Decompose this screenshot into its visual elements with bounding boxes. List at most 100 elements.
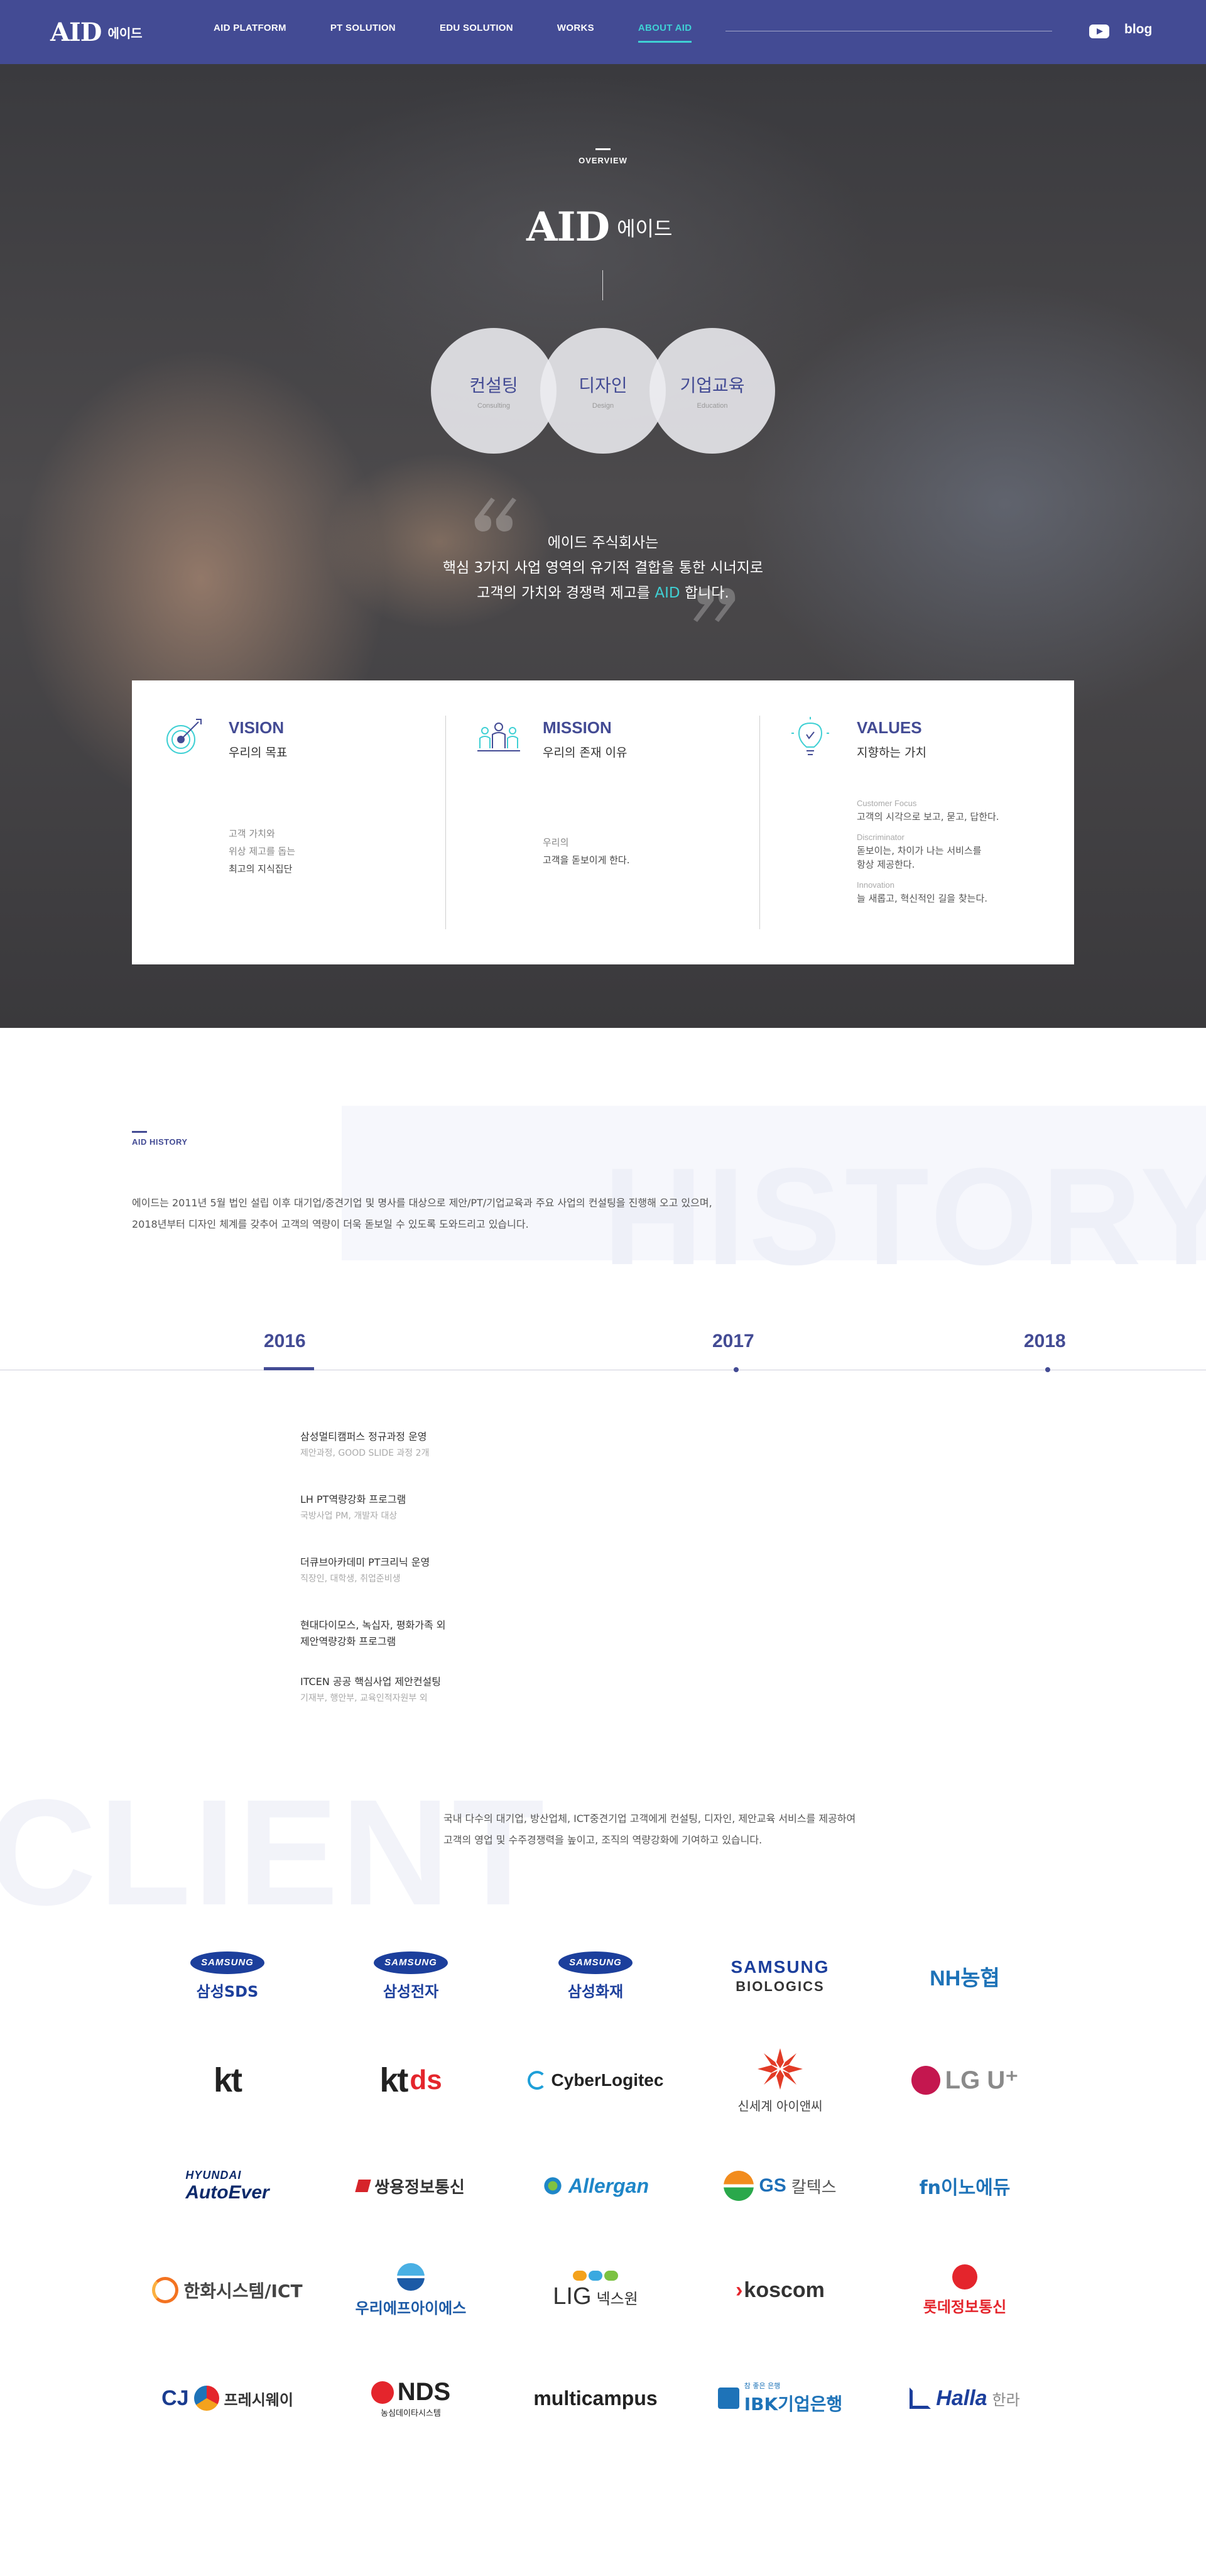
- overview-hero: OVERVIEW AID 에이드 컨설팅 Consulting 디자인 Desi…: [0, 64, 1206, 1028]
- team-icon: [477, 723, 520, 751]
- client-logo-ibk: 참 좋은 은행 IBK기업은행: [698, 2364, 862, 2433]
- overview-label: OVERVIEW: [579, 156, 627, 165]
- main-nav: AID PLATFORM PT SOLUTION EDU SOLUTION WO…: [214, 23, 736, 43]
- logo-text: 한화시스템/ICT: [183, 2281, 303, 2301]
- history-item-title: 제안역량강화 프로그램: [300, 1635, 396, 1647]
- logo-text: LIG: [553, 2283, 592, 2310]
- client-logo-hanwha: 한화시스템/ICT: [146, 2256, 309, 2325]
- logo-text: NDS: [397, 2378, 451, 2406]
- client-logo-kt: kt: [146, 2046, 309, 2115]
- values-title: VALUES: [857, 718, 922, 737]
- value-tag: Customer Focus: [857, 799, 917, 808]
- logo-text: koscom: [744, 2278, 825, 2302]
- logo-text: 농심데이타시스템: [381, 2409, 441, 2418]
- circle-sub: Design: [592, 402, 614, 410]
- client-description: 국내 다수의 대기업, 방산업체, ICT중견기업 고객에게 컨설팅, 디자인,…: [443, 1808, 856, 1851]
- nav-pt-solution[interactable]: PT SOLUTION: [330, 23, 396, 43]
- history-item-title: ITCEN 공공 핵심사업 제안컨설팅: [300, 1676, 441, 1688]
- mission-body-line: 고객을 돋보이게 한다.: [543, 854, 630, 866]
- client-logo-cj: CJ 프레시웨이: [146, 2364, 309, 2433]
- logo-text: 롯데정보통신: [923, 2298, 1007, 2316]
- client-logo-lotte: 롯데정보통신: [883, 2256, 1046, 2325]
- cj-mark: [193, 2386, 219, 2411]
- year-tab-2017[interactable]: 2017: [712, 1331, 754, 1352]
- client-logo-allergan: Allergan: [514, 2151, 677, 2220]
- circle-education: 기업교육 Education: [649, 328, 775, 454]
- target-icon: [166, 719, 202, 754]
- lightbulb-icon: [791, 717, 829, 755]
- year-tab-2016[interactable]: 2016: [264, 1331, 306, 1352]
- site-logo[interactable]: AID 에이드: [50, 18, 143, 47]
- hero-logo-mark: AID: [526, 204, 610, 251]
- logo-text: fn이노에듀: [919, 2177, 1011, 2199]
- client-logo-lig: LIG 넥스원: [514, 2256, 677, 2325]
- client-logo-samsung-biologics: SAMSUNG BIOLOGICS: [698, 1941, 862, 2011]
- lotte-mark: [952, 2264, 977, 2289]
- logo-text: ds: [410, 2065, 442, 2095]
- client-logo-ssangyong: 쌍용정보통신: [329, 2151, 492, 2220]
- hero-logo-text: 에이드: [617, 216, 673, 241]
- client-logo-multicampus: multicampus: [514, 2364, 677, 2433]
- value-desc: 늘 새롭고, 혁신적인 길을 찾는다.: [857, 893, 988, 904]
- logo-text: 삼성SDS: [196, 1982, 259, 2000]
- values-subtitle: 지향하는 가치: [857, 746, 926, 760]
- client-logo-samsung-electronics: SAMSUNG 삼성전자: [329, 1941, 492, 2011]
- logo-text: kt: [379, 2061, 408, 2099]
- allergan-mark: [541, 2175, 563, 2197]
- nav-about-aid[interactable]: ABOUT AID: [638, 23, 692, 43]
- value-tag: Discriminator: [857, 832, 905, 842]
- circle-consulting: 컨설팅 Consulting: [431, 328, 557, 454]
- logo-text: Halla: [936, 2386, 987, 2410]
- history-item-title: 삼성멀티캠퍼스 정규과정 운영: [300, 1431, 427, 1443]
- circle-title: 컨설팅: [469, 375, 518, 396]
- value-desc: 돋보이는, 차이가 나는 서비스를: [857, 845, 982, 856]
- statement-line-3: 고객의 가치와 경쟁력 제고를 AID 합니다.: [0, 581, 1206, 606]
- top-header: AID 에이드 AID PLATFORM PT SOLUTION EDU SOL…: [0, 0, 1206, 64]
- vision-block: VISION 우리의 목표 고객 가치와 위상 제고를 돕는 최고의 지식집단: [162, 716, 426, 929]
- client-logo-cyberlogitec: CyberLogitec: [514, 2046, 677, 2115]
- mission-body-line: 우리의: [543, 837, 569, 848]
- logo-text: kt: [213, 2061, 242, 2099]
- vision-body-line: 고객 가치와: [229, 828, 275, 839]
- history-label: AID HISTORY: [132, 1137, 188, 1147]
- client-desc-line: 국내 다수의 대기업, 방산업체, ICT중견기업 고객에게 컨설팅, 디자인,…: [443, 1813, 856, 1825]
- logo-text: LG U⁺: [945, 2066, 1019, 2094]
- woori-mark: [396, 2262, 425, 2291]
- history-desc-line: 에이드는 2011년 5월 법인 설립 이후 대기업/중견기업 및 명사를 대상…: [132, 1197, 712, 1209]
- logo-text: 한라: [992, 2391, 1020, 2409]
- history-item: ITCEN 공공 핵심사업 제안컨설팅 기재부, 행안부, 교육인적자원부 외: [300, 1674, 441, 1706]
- lig-dots: [573, 2270, 618, 2281]
- client-logo-halla: Halla 한라: [883, 2364, 1046, 2433]
- nav-aid-platform[interactable]: AID PLATFORM: [214, 23, 286, 43]
- shinsegae-mark: [757, 2048, 803, 2090]
- mission-body: 우리의 고객을 돋보이게 한다.: [543, 834, 630, 869]
- circle-sub: Consulting: [477, 402, 510, 410]
- timeline-dot: [734, 1367, 739, 1372]
- nds-mark: [371, 2381, 394, 2404]
- circle-title: 디자인: [579, 375, 627, 396]
- nav-edu-solution[interactable]: EDU SOLUTION: [440, 23, 513, 43]
- logo-text: HYUNDAI: [185, 2168, 242, 2181]
- hero-logo: AID 에이드: [526, 204, 672, 251]
- logo-text: 프레시웨이: [224, 2391, 293, 2409]
- values-list: Customer Focus 고객의 시각으로 보고, 묻고, 답한다. Dis…: [857, 797, 999, 913]
- logo-text: Allergan: [568, 2174, 649, 2197]
- logo-mark: AID: [50, 18, 102, 47]
- client-logo-fnedu: fn이노에듀: [883, 2151, 1046, 2220]
- circle-sub: Education: [697, 402, 728, 410]
- ibk-mark: [717, 2388, 739, 2409]
- logo-text: NH농협: [930, 1966, 1000, 1990]
- client-logo-samsung-fire: SAMSUNG 삼성화재: [514, 1941, 677, 2011]
- nav-works[interactable]: WORKS: [557, 23, 594, 43]
- logo-text: 에이드: [107, 26, 143, 41]
- samsung-oval: SAMSUNG: [190, 1951, 264, 1974]
- year-tab-2018[interactable]: 2018: [1024, 1331, 1066, 1352]
- history-item-note: 기재부, 행안부, 교육인적자원부 외: [300, 1693, 428, 1703]
- logo-text: BIOLOGICS: [736, 1978, 825, 1994]
- youtube-icon[interactable]: [1089, 25, 1109, 38]
- history-item-title: LH PT역량강화 프로그램: [300, 1493, 406, 1505]
- history-item-note: 직장인, 대학생, 취업준비생: [300, 1574, 401, 1584]
- blog-link[interactable]: blog: [1124, 22, 1152, 37]
- samsung-oval: SAMSUNG: [558, 1951, 633, 1974]
- client-desc-line: 고객의 영업 및 수주경쟁력을 높이고, 조직의 역량강화에 기여하고 있습니다…: [443, 1834, 763, 1846]
